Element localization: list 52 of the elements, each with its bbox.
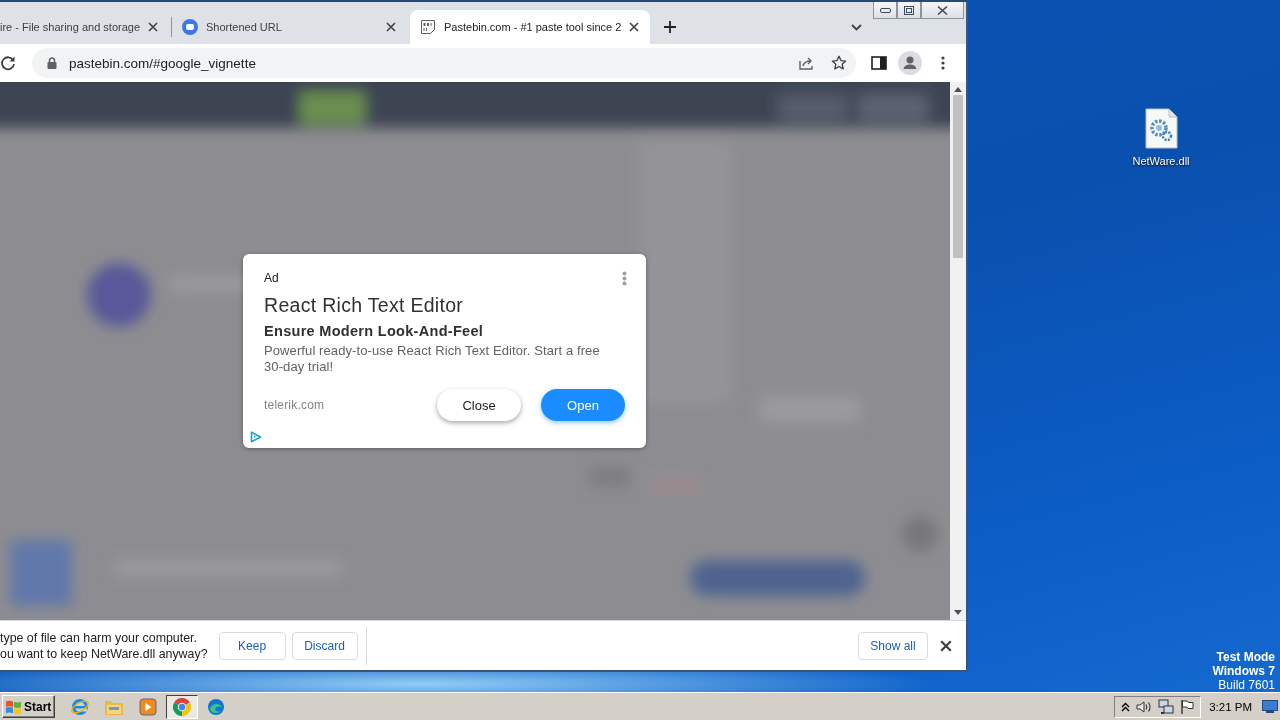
speaker-icon[interactable] — [1136, 699, 1153, 714]
warning-text: ou want to keep NetWare.dll anyway? — [0, 645, 208, 662]
close-window-button[interactable] — [921, 2, 964, 19]
minimize-icon — [879, 7, 891, 13]
flag-icon[interactable] — [1180, 699, 1195, 714]
double-chevron-up-icon[interactable] — [1121, 701, 1131, 712]
chevron-down-icon[interactable] — [851, 23, 862, 31]
desktop-icon-label: NetWare.dll — [1132, 155, 1190, 167]
scroll-down-arrow-icon[interactable] — [954, 610, 962, 615]
show-desktop-icon[interactable] — [1262, 700, 1278, 713]
minimize-button[interactable] — [873, 2, 897, 19]
browser-tab[interactable]: Shortened URL — [172, 10, 408, 44]
lock-icon — [47, 57, 57, 69]
network-icon[interactable] — [1158, 698, 1175, 715]
system-notice-text: Build 7601 — [1218, 678, 1275, 692]
restore-icon — [904, 5, 914, 15]
reload-icon[interactable] — [0, 55, 16, 71]
letter-e-globe-icon — [70, 696, 90, 717]
circle-icon — [182, 19, 198, 35]
swirl-icon — [207, 697, 225, 716]
close-icon[interactable] — [386, 22, 396, 32]
close-icon[interactable] — [629, 22, 640, 32]
gear-file-icon[interactable] — [1144, 108, 1178, 149]
system-notice-text: Windows 7 — [1212, 664, 1275, 678]
star-icon[interactable] — [831, 55, 847, 71]
side-panel-icon[interactable] — [871, 56, 887, 70]
system-notice-text: Test Mode — [1216, 650, 1275, 664]
discard-button[interactable]: Discard — [291, 631, 358, 660]
close-icon[interactable] — [148, 22, 158, 32]
scrollbar-thumb[interactable] — [953, 95, 963, 258]
share-icon[interactable] — [798, 55, 814, 71]
browser-tab[interactable]: Pastebin.com - #1 paste tool since 2 — [410, 10, 650, 44]
close-icon[interactable] — [940, 639, 952, 652]
windows-flag-icon — [5, 698, 22, 715]
address-field[interactable]: pastebin.com/#google_vignette — [32, 48, 856, 78]
scroll-up-arrow-icon[interactable] — [954, 87, 962, 92]
color-wheel-icon — [173, 697, 191, 716]
document-icon — [420, 19, 436, 35]
start-button[interactable]: Start — [2, 695, 55, 718]
warning-text: type of file can harm your computer. — [0, 629, 198, 646]
play-icon — [139, 697, 157, 716]
clock-text[interactable]: 3:21 PM — [1209, 700, 1252, 713]
close-icon — [937, 5, 948, 15]
menu-icon[interactable] — [941, 56, 945, 70]
taskbar-app-button[interactable] — [166, 694, 198, 719]
avatar-icon[interactable] — [898, 51, 922, 75]
browser-tab[interactable]: ire - File sharing and storage — [0, 10, 170, 44]
restore-button[interactable] — [897, 2, 921, 19]
scrollbar[interactable] — [950, 82, 966, 620]
keep-button[interactable]: Keep — [218, 631, 286, 660]
plus-icon[interactable] — [664, 21, 676, 33]
show-all-button[interactable]: Show all — [858, 631, 928, 660]
